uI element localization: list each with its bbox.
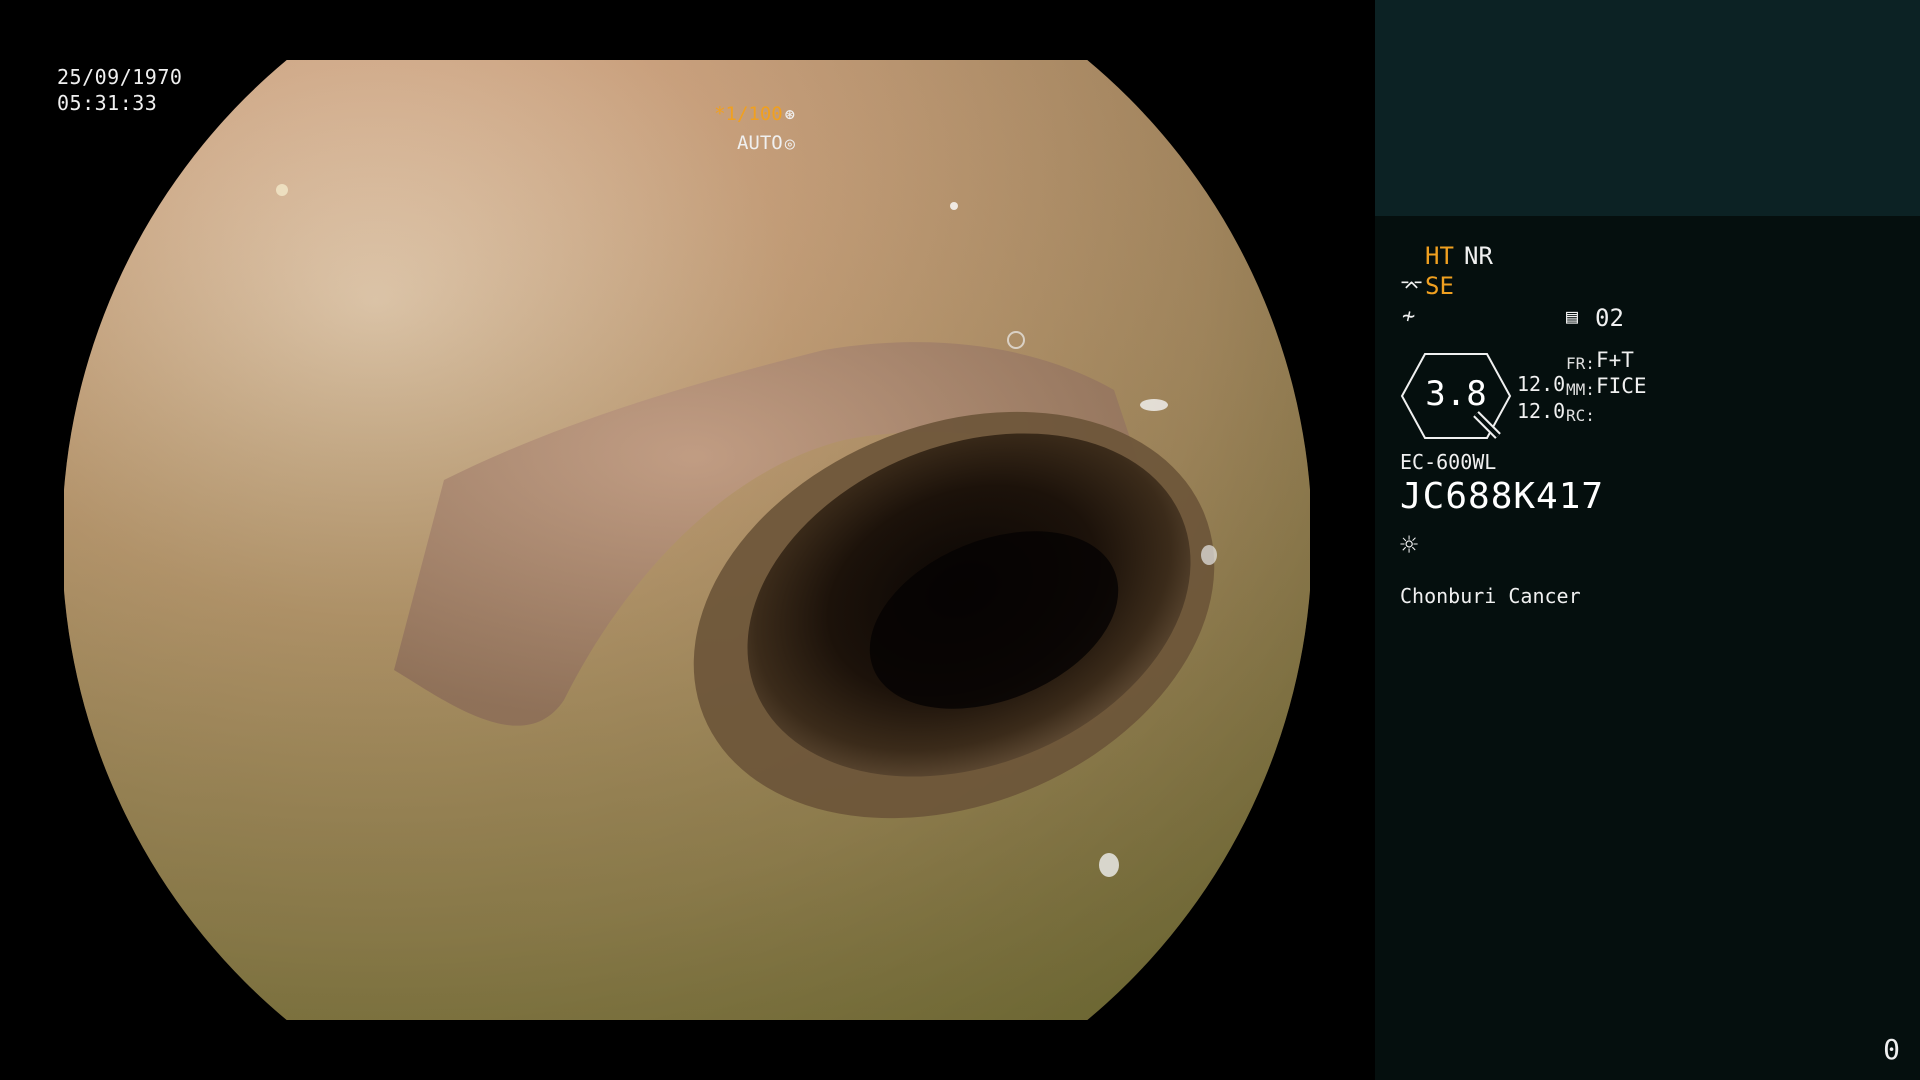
info-panel: 0	[1375, 0, 1920, 1080]
exam-date: 25/09/1970	[57, 65, 183, 89]
ht-indicator: HT	[1425, 242, 1454, 270]
level-2: 12.0	[1517, 399, 1566, 423]
endoscopic-image	[64, 60, 1310, 1020]
level-1: 12.0	[1517, 372, 1566, 396]
nr-indicator: NR	[1464, 242, 1493, 270]
institution-name: Chonburi Cancer	[1400, 584, 1581, 608]
scope-icon: ⌤	[1400, 274, 1424, 298]
bypass-icon: ≁	[1402, 304, 1416, 329]
fr-label: FR:	[1566, 354, 1595, 373]
scope-serial: JC688K417	[1400, 476, 1605, 517]
light-icon: ☼	[1400, 528, 1419, 563]
mm-label: MM:	[1566, 380, 1595, 399]
exam-time: 05:31:33	[57, 91, 158, 115]
shutter-icon: ⊛	[784, 105, 795, 125]
mm-value: FICE	[1596, 374, 1647, 398]
shutter-readout: *1/100 ⊛ AUTO ◎	[714, 100, 795, 158]
panel-header-area	[1375, 0, 1920, 216]
rc-label: RC:	[1566, 406, 1595, 425]
shutter-speed: *1/100	[714, 103, 783, 125]
date-time-readout: 25/09/1970 05:31:33	[57, 64, 182, 116]
endoscope-view: 25/09/1970 05:31:33 *1/100 ⊛ AUTO ◎	[0, 0, 1375, 1080]
fr-value: F+T	[1596, 348, 1634, 372]
se-indicator: SE	[1425, 272, 1454, 300]
iris-icon: ◎	[784, 134, 795, 154]
memory-icon: ▤	[1566, 304, 1579, 328]
shutter-mode: AUTO	[736, 132, 783, 154]
zoom-value: 3.8	[1425, 374, 1487, 414]
scope-model: EC-600WL	[1400, 450, 1497, 474]
frame-counter: 0	[1883, 1033, 1900, 1066]
memory-value: 02	[1595, 304, 1624, 332]
